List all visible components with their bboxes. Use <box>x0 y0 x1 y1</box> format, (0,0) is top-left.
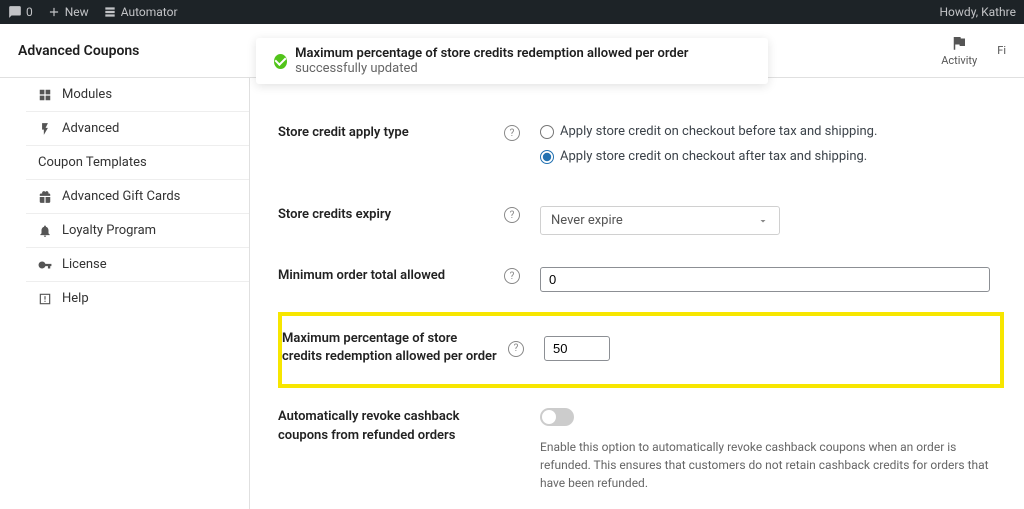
max-pct-label: Maximum percentage of store credits rede… <box>282 330 500 366</box>
expiry-help[interactable]: ? <box>504 207 520 223</box>
apply-type-label: Store credit apply type <box>278 124 496 142</box>
help-icon <box>38 292 52 306</box>
page-title: Advanced Coupons <box>18 43 139 59</box>
apply-type-help[interactable]: ? <box>504 125 520 141</box>
apply-type-radio-after[interactable] <box>540 150 554 164</box>
revoke-hint: Enable this option to automatically revo… <box>540 438 1004 492</box>
sidebar: Modules Advanced Coupon Templates Advanc… <box>0 78 250 509</box>
settings-content: Store credit apply type ? Apply store cr… <box>250 78 1024 509</box>
comment-icon <box>8 5 22 19</box>
bolt-icon <box>38 122 52 136</box>
expiry-label: Store credits expiry <box>278 206 496 224</box>
min-order-help[interactable]: ? <box>504 268 520 284</box>
max-pct-help[interactable]: ? <box>508 341 524 357</box>
apply-type-radio-before[interactable] <box>540 125 554 139</box>
min-order-label: Minimum order total allowed <box>278 267 496 285</box>
automator-icon <box>103 5 117 19</box>
comments-toggle[interactable]: 0 <box>8 5 33 19</box>
key-icon <box>38 258 52 272</box>
max-pct-input[interactable] <box>544 336 610 361</box>
sidebar-item-loyalty[interactable]: Loyalty Program <box>26 213 249 247</box>
apply-type-option-after[interactable]: Apply store credit on checkout after tax… <box>540 149 1004 164</box>
min-order-input[interactable] <box>540 267 990 292</box>
toast-suffix: successfully updated <box>295 61 418 76</box>
sidebar-item-license[interactable]: License <box>26 247 249 281</box>
chevron-down-icon <box>757 215 769 227</box>
comment-count: 0 <box>26 5 33 19</box>
success-toast: Maximum percentage of store credits rede… <box>256 38 768 84</box>
new-content-toggle[interactable]: New <box>47 5 89 19</box>
plus-icon <box>47 5 61 19</box>
revoke-toggle[interactable] <box>540 408 574 426</box>
sidebar-item-gift-cards[interactable]: Advanced Gift Cards <box>26 179 249 213</box>
admin-bar: 0 New Automator Howdy, Kathre <box>0 0 1024 24</box>
revoke-label: Automatically revoke cashback coupons fr… <box>278 408 496 444</box>
check-icon <box>274 54 287 69</box>
page-header: Advanced Coupons Maximum percentage of s… <box>0 24 1024 78</box>
highlighted-setting: Maximum percentage of store credits rede… <box>278 312 1004 388</box>
apply-type-option-before[interactable]: Apply store credit on checkout before ta… <box>540 124 1004 139</box>
sidebar-item-help[interactable]: Help <box>26 281 249 315</box>
user-greeting[interactable]: Howdy, Kathre <box>940 5 1017 19</box>
activity-link[interactable]: Activity <box>941 34 977 67</box>
sidebar-item-coupon-templates[interactable]: Coupon Templates <box>26 145 249 179</box>
automator-link[interactable]: Automator <box>103 5 178 19</box>
sidebar-item-modules[interactable]: Modules <box>26 78 249 111</box>
flag-icon <box>950 34 968 52</box>
toast-bold: Maximum percentage of store credits rede… <box>295 46 688 61</box>
modules-icon <box>38 88 52 102</box>
help-link[interactable]: Fi <box>997 44 1006 57</box>
bell-icon <box>38 224 52 238</box>
gift-icon <box>38 190 52 204</box>
expiry-select[interactable]: Never expire <box>540 206 780 235</box>
sidebar-item-advanced[interactable]: Advanced <box>26 111 249 145</box>
